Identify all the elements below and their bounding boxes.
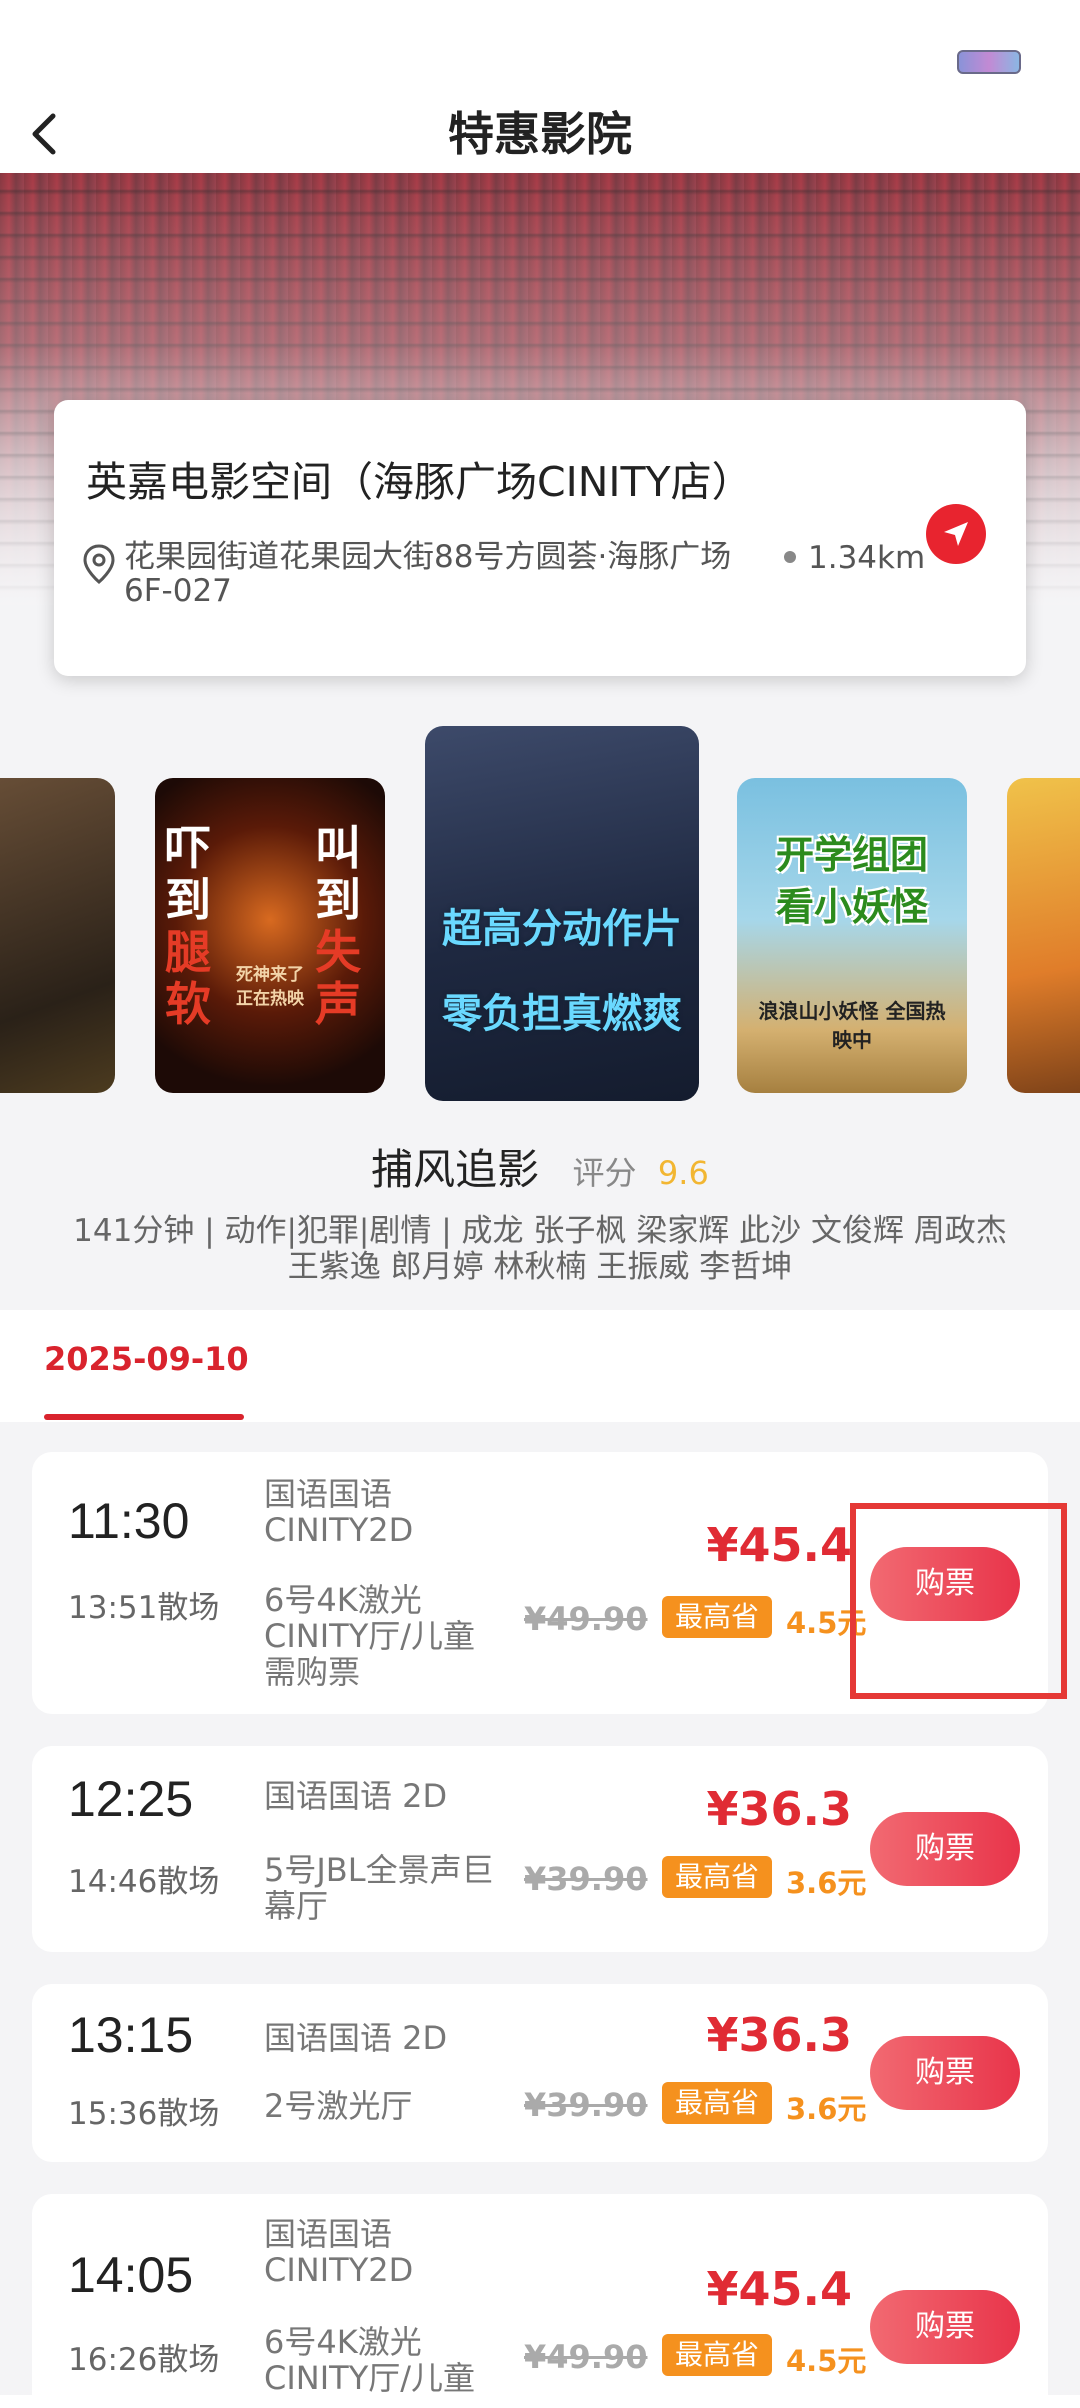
showtime-language: 国语国语CINITY2D [264, 2215, 414, 2289]
original-price: ¥39.90 [524, 2086, 648, 2124]
cinema-address: 花果园街道花果园大街88号方圆荟·海豚广场6F-027 [124, 539, 732, 609]
buy-ticket-button[interactable]: 购票 [870, 2290, 1020, 2364]
rating-label: 评分 [572, 1154, 637, 1192]
savings-amount: 3.6元 [786, 1866, 867, 1900]
cinema-name: 英嘉电影空间（海豚广场CINITY店） [86, 458, 753, 506]
date-tab-selected[interactable]: 2025-09-10 [44, 1340, 249, 1378]
buy-ticket-button[interactable]: 购票 [870, 1812, 1020, 1886]
movie-poster[interactable] [1007, 778, 1080, 1093]
showtime-start: 11:30 [68, 1493, 190, 1549]
tab-underline [44, 1414, 244, 1420]
nav-bar: 特惠影院 [0, 95, 1080, 173]
showtime-card[interactable]: 13:15 15:36散场 国语国语 2D 2号激光厅 ¥36.3 ¥39.90… [32, 1984, 1048, 2162]
buy-ticket-button[interactable]: 购票 [870, 2036, 1020, 2110]
poster-text: 开学组团 [775, 833, 928, 877]
showtime-price: ¥36.3 [706, 1782, 852, 1836]
rating-value: 9.6 [657, 1154, 709, 1192]
poster-text: 超高分动作片 [442, 906, 682, 952]
location-pin-icon [83, 544, 115, 584]
movie-poster-carousel[interactable]: 吓到 腿软 叫到 失声 死神来了 正在热映 超高分动作片 零负担真燃爽 开学组团… [0, 726, 1080, 1101]
showtime-hall: 5号JBL全景声巨幕厅 [264, 1851, 494, 1925]
movie-poster[interactable]: 吓到 腿软 叫到 失声 死神来了 正在热映 [155, 778, 385, 1093]
poster-text: 零负担真燃爽 [442, 991, 682, 1037]
poster-text: 吓到 腿软 [165, 821, 211, 1031]
cinema-card[interactable]: 英嘉电影空间（海豚广场CINITY店） 花果园街道花果园大街88号方圆荟·海豚广… [54, 400, 1026, 676]
showtime-language: 国语国语 2D [264, 2019, 448, 2057]
movie-poster[interactable]: 开学组团 看小妖怪 浪浪山小妖怪 全国热映中 [737, 778, 967, 1093]
status-bar [0, 0, 1080, 95]
poster-text: 浪浪山小妖怪 全国热映中 [758, 999, 946, 1052]
distance-value: 1.34km [808, 540, 926, 576]
back-button[interactable] [16, 107, 70, 161]
chevron-left-icon [32, 113, 56, 155]
movie-title: 捕风追影 [371, 1145, 540, 1194]
poster-text: 叫到 失声 [315, 821, 361, 1031]
cinema-distance: 1.34km [784, 540, 925, 576]
original-price: ¥39.90 [524, 1860, 648, 1898]
showtime-start: 14:05 [68, 2247, 194, 2303]
original-price: ¥49.90 [524, 1600, 648, 1638]
showtime-end: 16:26散场 [68, 2342, 220, 2378]
movie-poster-selected[interactable]: 超高分动作片 零负担真燃爽 [425, 726, 699, 1101]
showtime-end: 13:51散场 [68, 1590, 220, 1626]
max-savings-badge: 最高省 [662, 1856, 772, 1898]
showtime-card[interactable]: 14:05 16:26散场 国语国语CINITY2D 6号4K激光CINITY厅… [32, 2194, 1048, 2408]
date-tabs: 2025-09-10 [0, 1310, 1080, 1422]
navigate-button[interactable] [926, 504, 986, 564]
showtime-end: 15:36散场 [68, 2096, 220, 2132]
showtime-card[interactable]: 12:25 14:46散场 国语国语 2D 5号JBL全景声巨幕厅 ¥36.3 … [32, 1746, 1048, 1952]
showtime-language: 国语国语 2D [264, 1777, 448, 1815]
max-savings-badge: 最高省 [662, 1596, 772, 1638]
showtime-end: 14:46散场 [68, 1864, 220, 1900]
home-indicator [0, 2395, 1080, 2408]
showtime-price: ¥45.4 [706, 1518, 852, 1572]
movie-title-row: 捕风追影 评分 9.6 [0, 1136, 1080, 1197]
showtime-start: 12:25 [68, 1771, 194, 1827]
page-title: 特惠影院 [448, 107, 632, 161]
max-savings-badge: 最高省 [662, 2082, 772, 2124]
max-savings-badge: 最高省 [662, 2334, 772, 2376]
status-indicator-icon [957, 50, 1021, 74]
original-price: ¥49.90 [524, 2338, 648, 2376]
showtime-language: 国语国语CINITY2D [264, 1475, 414, 1549]
annotation-highlight-box [850, 1503, 1067, 1699]
movie-poster[interactable] [0, 778, 115, 1093]
showtime-price: ¥36.3 [706, 2008, 852, 2062]
movie-meta: 141分钟 | 动作|犯罪|剧情 | 成龙 张子枫 梁家辉 此沙 文俊辉 周政杰… [73, 1213, 1007, 1285]
navigation-arrow-icon [944, 522, 968, 546]
savings-amount: 3.6元 [786, 2092, 867, 2126]
showtime-hall: 2号激光厅 [264, 2087, 413, 2125]
showtime-price: ¥45.4 [706, 2262, 852, 2316]
showtime-hall: 6号4K激光CINITY厅/儿童需购票 [264, 1581, 476, 1691]
poster-text: 死神来了 正在热映 [236, 965, 304, 1009]
savings-amount: 4.5元 [786, 2344, 867, 2378]
showtime-start: 13:15 [68, 2007, 194, 2063]
poster-text: 看小妖怪 [775, 885, 928, 929]
